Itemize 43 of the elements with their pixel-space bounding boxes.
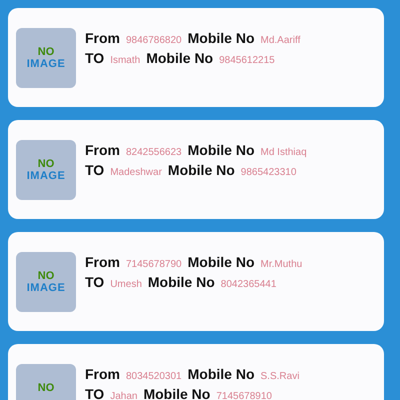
from-number: 9846786820 [126,35,182,46]
from-number: 8242556623 [126,147,182,158]
mobile-label: Mobile No [168,162,235,178]
from-label: From [85,254,120,270]
placeholder-text: IMAGE [26,58,66,70]
to-label: TO [85,162,104,178]
from-label: From [85,30,120,46]
to-label: TO [85,274,104,290]
message-card[interactable]: NO IMAGE From 9846786820 Mobile No Md.Aariff TO Ismath Mobile No 9845612215 [8,8,384,107]
recipient-number: 9845612215 [219,55,275,66]
placeholder-text: IMAGE [26,282,66,294]
recipient-name: Ismath [110,55,140,66]
mobile-label: Mobile No [188,30,255,46]
message-card[interactable]: NO IMAGE From 7145678790 Mobile No Mr.Muthu TO Umesh Mobile No 8042365441 [8,232,384,331]
mobile-label: Mobile No [188,142,255,158]
message-card[interactable]: NO From 8034520301 Mobile No S.S.Ravi TO Jahan Mobile No 7145678910 [8,344,384,400]
from-number: 8034520301 [126,371,182,382]
placeholder-text: NO [38,382,54,394]
from-label: From [85,142,120,158]
recipient-name: Madeshwar [110,167,162,178]
mobile-label: Mobile No [143,386,210,400]
recipient-number: 7145678910 [216,391,272,400]
recipient-name: Jahan [110,391,138,400]
from-number: 7145678790 [126,259,182,270]
to-label: TO [85,50,104,66]
message-card[interactable]: NO IMAGE From 8242556623 Mobile No Md Isthiaq TO Madeshwar Mobile No 9865423310 [8,120,384,219]
placeholder-text: NO [38,158,54,170]
sender-name: Md Isthiaq [260,147,307,158]
placeholder-text: NO [38,270,54,282]
mobile-label: Mobile No [188,254,255,270]
mobile-label: Mobile No [188,366,255,382]
to-label: TO [85,386,104,400]
mobile-label: Mobile No [148,274,215,290]
recipient-name: Umesh [110,279,142,290]
recipient-number: 9865423310 [240,167,296,178]
mobile-label: Mobile No [146,50,214,66]
recipient-number: 8042365441 [220,279,276,290]
placeholder-text: IMAGE [26,170,66,182]
placeholder-text: NO [38,46,54,58]
sender-name: Md.Aariff [260,35,300,46]
from-label: From [85,366,120,382]
sender-name: Mr.Muthu [260,259,302,270]
sender-name: S.S.Ravi [260,371,300,382]
